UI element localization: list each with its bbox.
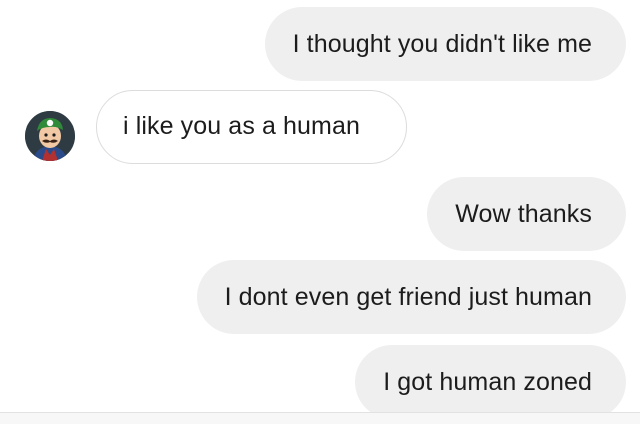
message-thread: I thought you didn't like me i like you … [0, 0, 640, 419]
outgoing-message-bubble[interactable]: I got human zoned [355, 345, 626, 419]
message-text: I thought you didn't like me [292, 30, 592, 58]
incoming-message-bubble[interactable]: i like you as a human [96, 90, 407, 164]
outgoing-message-bubble[interactable]: Wow thanks [427, 177, 626, 251]
outgoing-message-bubble[interactable]: I thought you didn't like me [264, 7, 626, 81]
message-text: I got human zoned [383, 368, 592, 396]
cartoon-character-avatar-icon [25, 111, 75, 161]
message-text: Wow thanks [455, 200, 592, 228]
message-text: I dont even get friend just human [224, 283, 592, 311]
outgoing-message-bubble[interactable]: I dont even get friend just human [196, 260, 626, 334]
message-text: i like you as a human [123, 112, 360, 140]
composer-bar-edge [0, 412, 640, 424]
avatar[interactable] [25, 111, 75, 161]
